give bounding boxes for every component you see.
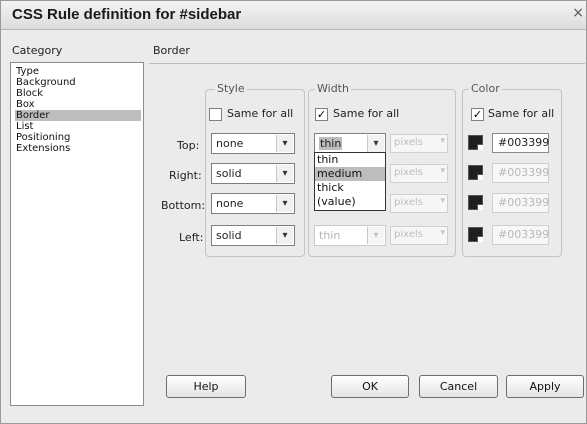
category-item-border[interactable]: Border — [15, 110, 141, 121]
category-item-extensions[interactable]: Extensions — [15, 143, 141, 154]
color-input-bottom[interactable]: #003399 — [492, 193, 549, 213]
unit-select-top[interactable]: pixels ▾ — [390, 134, 448, 153]
dropdown-option-thick[interactable]: thick — [315, 181, 385, 195]
style-value-left: solid — [216, 229, 242, 242]
style-select-bottom[interactable]: none ▾ — [211, 193, 295, 214]
dialog-title: CSS Rule definition for #sidebar — [12, 6, 242, 23]
category-item-block[interactable]: Block — [15, 88, 141, 99]
category-heading: Category — [12, 44, 63, 57]
style-select-left[interactable]: solid ▾ — [211, 225, 295, 246]
category-item-box[interactable]: Box — [15, 99, 141, 110]
chevron-down-icon: ▾ — [440, 196, 445, 206]
style-select-right[interactable]: solid ▾ — [211, 163, 295, 184]
style-select-top[interactable]: none ▾ — [211, 133, 295, 154]
chevron-down-icon[interactable]: ▾ — [367, 227, 384, 244]
unit-value-left: pixels — [394, 229, 423, 240]
dropdown-option-thin[interactable]: thin — [315, 153, 385, 167]
section-heading: Border — [153, 44, 190, 57]
row-label-right: Right: — [169, 169, 202, 182]
style-value-top: none — [216, 137, 244, 150]
help-button[interactable]: Help — [166, 375, 246, 398]
apply-button[interactable]: Apply — [506, 375, 584, 398]
category-item-list[interactable]: List — [15, 121, 141, 132]
row-label-top: Top: — [177, 139, 200, 152]
dropdown-option-value[interactable]: (value) — [315, 195, 385, 209]
chevron-down-icon[interactable]: ▾ — [276, 165, 293, 182]
chevron-down-icon: ▾ — [440, 166, 445, 176]
chevron-down-icon[interactable]: ▾ — [276, 227, 293, 244]
color-picker-right[interactable] — [468, 165, 483, 180]
width-value-top: thin — [319, 137, 343, 150]
style-group-title: Style — [215, 82, 247, 95]
width-same-checkbox[interactable]: ✓ — [315, 108, 328, 121]
row-label-left: Left: — [179, 231, 204, 244]
category-list[interactable]: Type Background Block Box Border List Po… — [10, 62, 144, 406]
chevron-down-icon[interactable]: ▾ — [367, 135, 384, 152]
color-input-right[interactable]: #003399 — [492, 163, 549, 183]
unit-select-bottom[interactable]: pixels ▾ — [390, 194, 448, 213]
width-select-left[interactable]: thin ▾ — [314, 225, 386, 246]
color-same-checkbox[interactable]: ✓ — [471, 108, 484, 121]
color-same-label: Same for all — [488, 107, 555, 120]
category-item-type[interactable]: Type — [15, 66, 141, 77]
chevron-down-icon: ▾ — [440, 228, 445, 238]
width-select-top[interactable]: thin ▾ — [314, 133, 386, 154]
style-same-label: Same for all — [227, 107, 294, 120]
color-picker-bottom[interactable] — [468, 195, 483, 210]
header-divider — [149, 63, 585, 64]
color-input-left[interactable]: #003399 — [492, 225, 549, 245]
color-picker-left[interactable] — [468, 227, 483, 242]
cancel-button[interactable]: Cancel — [419, 375, 498, 398]
width-group-title: Width — [315, 82, 351, 95]
style-value-bottom: none — [216, 197, 244, 210]
width-same-label: Same for all — [333, 107, 400, 120]
title-bar: CSS Rule definition for #sidebar × — [1, 1, 586, 30]
style-value-right: solid — [216, 167, 242, 180]
unit-select-right[interactable]: pixels ▾ — [390, 164, 448, 183]
row-label-bottom: Bottom: — [161, 199, 206, 212]
width-value-left: thin — [319, 229, 341, 242]
category-item-background[interactable]: Background — [15, 77, 141, 88]
unit-select-left[interactable]: pixels ▾ — [390, 226, 448, 245]
width-dropdown-list[interactable]: thin medium thick (value) — [314, 152, 386, 211]
css-rule-dialog: CSS Rule definition for #sidebar × Categ… — [0, 0, 587, 424]
unit-value-bottom: pixels — [394, 197, 423, 208]
color-picker-top[interactable] — [468, 135, 483, 150]
chevron-down-icon[interactable]: ▾ — [276, 135, 293, 152]
chevron-down-icon: ▾ — [440, 136, 445, 146]
close-icon[interactable]: × — [572, 5, 584, 21]
chevron-down-icon[interactable]: ▾ — [276, 195, 293, 212]
unit-value-top: pixels — [394, 137, 423, 148]
style-same-checkbox[interactable] — [209, 108, 222, 121]
dropdown-option-medium[interactable]: medium — [315, 167, 385, 181]
unit-value-right: pixels — [394, 167, 423, 178]
color-group-title: Color — [469, 82, 502, 95]
category-item-positioning[interactable]: Positioning — [15, 132, 141, 143]
color-input-top[interactable]: #003399 — [492, 133, 549, 153]
ok-button[interactable]: OK — [331, 375, 409, 398]
